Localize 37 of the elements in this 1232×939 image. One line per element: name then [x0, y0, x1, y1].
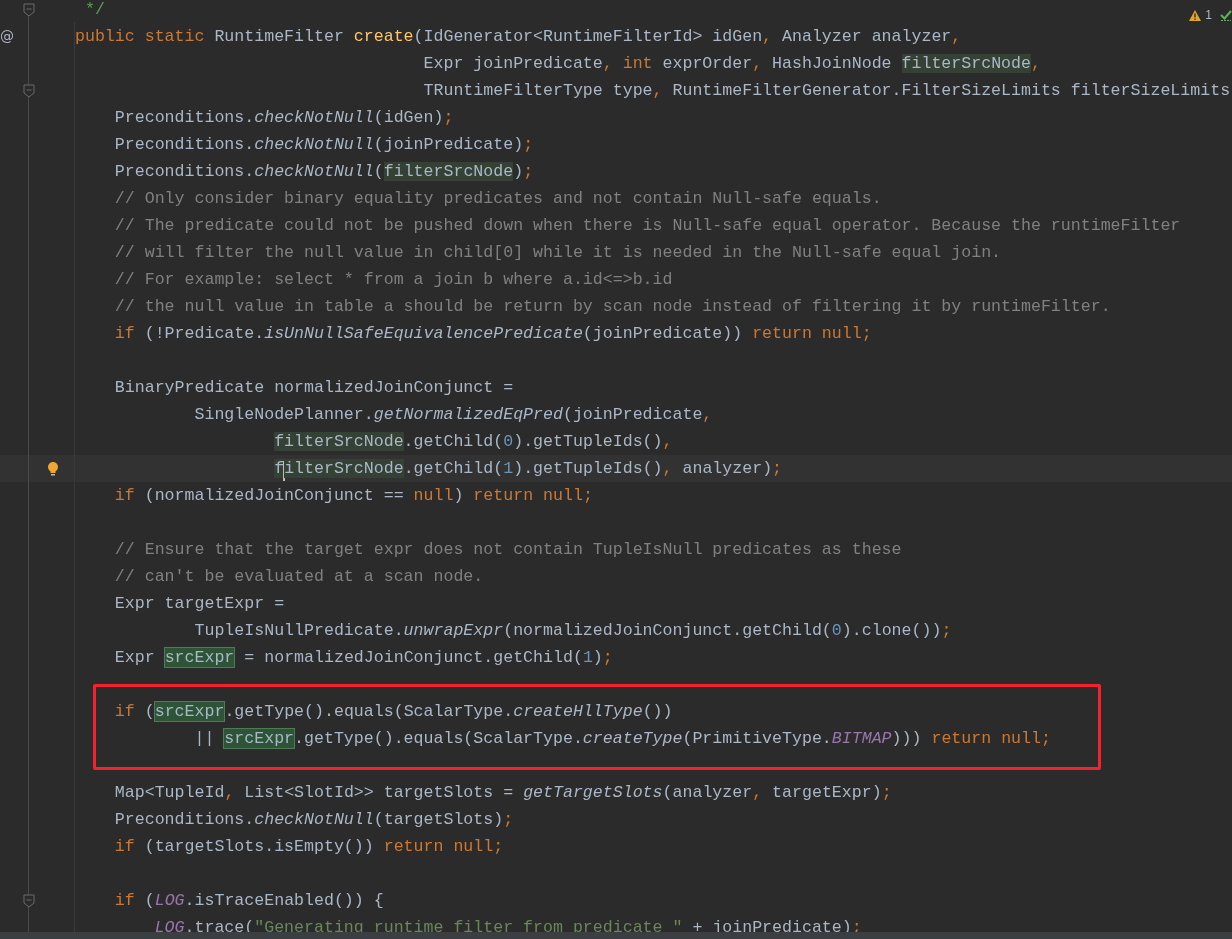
- code-line: // will filter the null value in child[0] while it is needed in the Null-safe equal join.: [114, 243, 1002, 262]
- check-icon[interactable]: [1220, 8, 1232, 22]
- horizontal-scrollbar[interactable]: [0, 932, 1232, 939]
- override-marker[interactable]: @: [0, 28, 14, 44]
- code-line: Preconditions.checkNotNull(filterSrcNode);: [114, 162, 534, 181]
- warning-count[interactable]: 1: [1205, 6, 1212, 24]
- code-line: Preconditions.checkNotNull(joinPredicate);: [114, 135, 534, 154]
- code-line: TupleIsNullPredicate.unwrapExpr(normalizedJoinConjunct.getChild(0).clone());: [194, 621, 952, 640]
- code-line: public static RuntimeFilter create(IdGenerator<RuntimeFilterId> idGen, Analyzer analyzer,: [75, 27, 962, 46]
- code-line: // Ensure that the target expr does not contain TupleIsNull predicates as these: [114, 540, 902, 559]
- code-line: */: [84, 0, 105, 19]
- fold-icon[interactable]: [23, 893, 35, 908]
- code-line: // the null value in table a should be return by scan node instead of filtering it by runtimeFilter.: [114, 297, 1111, 316]
- fold-icon[interactable]: [23, 2, 35, 17]
- code-line: Expr srcExpr = normalizedJoinConjunct.getChild(1);: [114, 648, 613, 667]
- code-line: || srcExpr.getType().equals(ScalarType.createType(PrimitiveType.BITMAP))) return null;: [194, 729, 1051, 748]
- code-line: Preconditions.checkNotNull(targetSlots);: [114, 810, 514, 829]
- code-line: Expr targetExpr =: [114, 594, 285, 613]
- code-line: if (targetSlots.isEmpty()) return null;: [114, 837, 504, 856]
- code-line: // For example: select * from a join b where a.id<=>b.id: [114, 270, 673, 289]
- code-line: if (srcExpr.getType().equals(ScalarType.createHllType()): [114, 702, 673, 721]
- lightbulb-icon[interactable]: [47, 460, 59, 477]
- code-line: filterSrcNode.getChild(0).getTupleIds(),: [274, 432, 673, 451]
- code-line: TRuntimeFilterType type, RuntimeFilterGenerator.FilterSizeLimits filterSizeLimits: [423, 81, 1231, 100]
- code-line: Preconditions.checkNotNull(idGen);: [114, 108, 454, 127]
- code-line: if (LOG.isTraceEnabled()) {: [114, 891, 384, 910]
- code-line: // can't be evaluated at a scan node.: [114, 567, 484, 586]
- code-line: // Only consider binary equality predicates and not contain Null-safe equals.: [114, 189, 882, 208]
- code-line: if (!Predicate.isUnNullSafeEquivalencePredicate(joinPredicate)) return null;: [114, 324, 872, 343]
- code-line: BinaryPredicate normalizedJoinConjunct =: [114, 378, 514, 397]
- fold-icon[interactable]: [23, 83, 35, 98]
- code-line: // The predicate could not be pushed down when there is Null-safe equal operator. Because the runtimeFilter: [114, 216, 1181, 235]
- code-line: Expr joinPredicate, int exprOrder, HashJoinNode filterSrcNode,: [423, 54, 1041, 73]
- warning-icon[interactable]: [1188, 8, 1203, 22]
- code-line: SingleNodePlanner.getNormalizedEqPred(joinPredicate,: [194, 405, 713, 424]
- code-line: Map<TupleId, List<SlotId>> targetSlots = getTargetSlots(analyzer, targetExpr);: [114, 783, 892, 802]
- code-line: if (normalizedJoinConjunct == null) return null;: [114, 486, 593, 505]
